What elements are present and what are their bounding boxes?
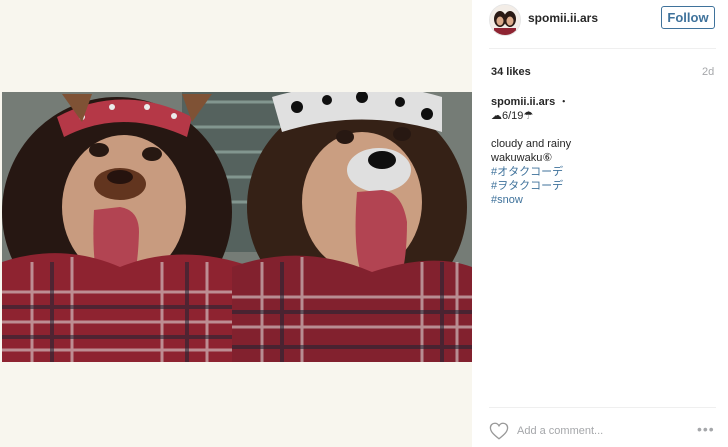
- divider: [489, 48, 716, 49]
- likes-count[interactable]: 34 likes: [491, 66, 531, 78]
- post-header: spomii.ii.ars Follow: [472, 0, 728, 40]
- comment-bar: •••: [489, 420, 716, 444]
- caption-username-link[interactable]: spomii.ii.ars: [491, 96, 555, 108]
- caption-date: ☁6/19☂: [491, 110, 534, 122]
- caption-separator: ・: [558, 96, 570, 108]
- avatar-image: [490, 5, 520, 35]
- post-photo[interactable]: [2, 92, 472, 362]
- comment-input[interactable]: [517, 423, 677, 439]
- heart-outline-icon[interactable]: [489, 422, 509, 440]
- divider: [489, 407, 716, 408]
- photo-illustration: [2, 92, 472, 362]
- hashtag-link[interactable]: #オタクコーデ: [491, 165, 711, 179]
- post-caption: spomii.ii.ars ・ ☁6/19☂ cloudy and rainy …: [491, 95, 711, 207]
- post-sidebar: spomii.ii.ars Follow 34 likes 2d spomii.…: [472, 0, 728, 447]
- caption-line-1: cloudy and rainy: [491, 138, 572, 150]
- more-options-icon[interactable]: •••: [697, 422, 719, 436]
- post-media-area: [0, 0, 472, 447]
- hashtag-link[interactable]: #ヲタクコーデ: [491, 179, 711, 193]
- avatar[interactable]: [489, 4, 521, 36]
- username-link[interactable]: spomii.ii.ars: [528, 11, 598, 25]
- post-age[interactable]: 2d: [702, 66, 714, 78]
- hashtag-link[interactable]: #snow: [491, 193, 711, 207]
- caption-line-2: wakuwaku⑥: [491, 152, 553, 164]
- follow-button[interactable]: Follow: [661, 6, 715, 29]
